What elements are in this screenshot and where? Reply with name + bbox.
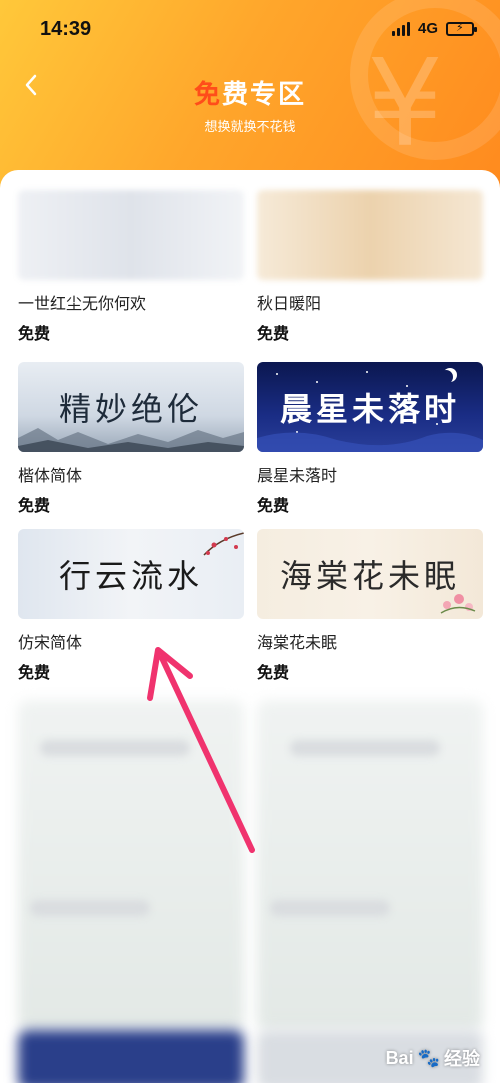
watermark: Bai 🐾 经验 xyxy=(386,1045,480,1071)
paw-icon: 🐾 xyxy=(417,1047,440,1068)
font-preview-text: 海棠花未眠 xyxy=(279,557,460,595)
flower-illustration xyxy=(440,594,476,614)
font-list: 一世红尘无你何欢 免费 秋日暖阳 免费 精妙绝伦 楷体简体 免费 晨星未落时 晨… xyxy=(0,170,500,1083)
page-subtitle: 想换就换不花钱 xyxy=(204,120,296,135)
font-preview-image: 精妙绝伦 xyxy=(18,362,244,452)
font-card[interactable]: 晨星未落时 晨星未落时 免费 xyxy=(257,362,483,516)
font-price: 免费 xyxy=(257,324,290,343)
status-bar: 14:39 4G ⚡ xyxy=(0,0,500,62)
font-card[interactable]: 海棠花未眠 海棠花未眠 免费 xyxy=(257,529,483,683)
blurred-text xyxy=(30,900,150,916)
blurred-content xyxy=(18,1030,244,1083)
font-price: 免费 xyxy=(257,496,290,515)
battery-icon: ⚡ xyxy=(446,20,477,36)
font-preview-image: 晨星未落时 xyxy=(257,362,483,452)
font-price: 免费 xyxy=(18,663,51,682)
font-card[interactable]: 行云流水 仿宋简体 免费 xyxy=(18,529,244,683)
page-title-rest: 费专区 xyxy=(222,80,307,110)
font-card[interactable]: 秋日暖阳 免费 xyxy=(257,190,483,344)
font-name: 仿宋简体 xyxy=(18,633,83,652)
watermark-suffix: 经验 xyxy=(444,1049,480,1069)
page-title-accent: 免 xyxy=(193,80,222,110)
mountain-illustration xyxy=(18,428,244,452)
font-preview-image xyxy=(257,190,483,280)
moon-icon xyxy=(439,370,453,384)
font-price: 免费 xyxy=(18,496,51,515)
font-preview-image: 行云流水 xyxy=(18,529,244,619)
network-label: 4G xyxy=(417,20,438,37)
status-icons: 4G ⚡ xyxy=(391,20,477,37)
font-name: 楷体简体 xyxy=(18,466,83,485)
font-price: 免费 xyxy=(18,324,51,343)
font-card[interactable]: 精妙绝伦 楷体简体 免费 xyxy=(18,362,244,516)
font-card[interactable]: 一世红尘无你何欢 免费 xyxy=(18,190,244,344)
plum-branch-illustration xyxy=(203,532,244,556)
font-name: 晨星未落时 xyxy=(257,466,338,485)
status-time: 14:39 xyxy=(40,18,92,40)
font-name: 秋日暖阳 xyxy=(257,294,322,313)
blurred-text xyxy=(270,900,390,916)
blurred-text xyxy=(40,740,190,756)
blurred-text xyxy=(290,740,440,756)
page-title: 免费专区 xyxy=(0,74,500,111)
signal-icon xyxy=(391,21,410,36)
font-name: 海棠花未眠 xyxy=(257,633,338,652)
charging-icon: ⚡ xyxy=(456,20,464,34)
font-preview-image: 海棠花未眠 xyxy=(257,529,483,619)
font-preview-image xyxy=(18,190,244,280)
font-price: 免费 xyxy=(257,663,290,682)
font-name: 一世红尘无你何欢 xyxy=(18,294,147,313)
watermark-brand: Bai xyxy=(385,1047,414,1068)
